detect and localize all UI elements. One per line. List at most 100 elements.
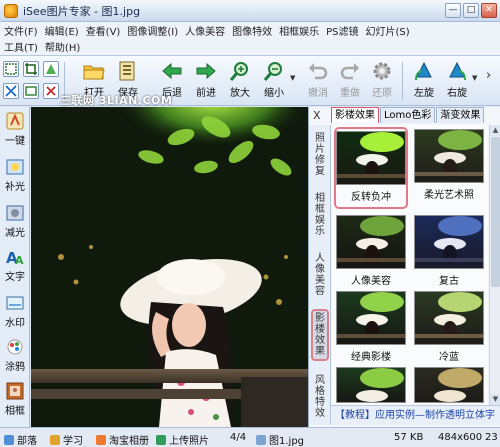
svg-text:A: A xyxy=(15,254,24,267)
effect-thumb-soft-light-art[interactable]: 柔光艺术照 xyxy=(412,129,486,201)
effects-tabs: 影楼效果 Lomo色彩 渐变效果 xyxy=(331,107,485,123)
menu-help[interactable]: 帮助(H) xyxy=(45,39,80,54)
scroll-thumb[interactable] xyxy=(491,137,500,287)
zoom-out-label: 缩小 xyxy=(264,88,284,99)
delete-tool-icon[interactable] xyxy=(43,83,59,99)
effect-thumb-more-1[interactable] xyxy=(334,367,408,403)
file-icon xyxy=(256,435,266,445)
status-taobao-album[interactable]: 淘宝相册 xyxy=(96,432,149,447)
reduce-light-button[interactable]: 减光 xyxy=(1,203,29,239)
maximize-button[interactable]: □ xyxy=(463,3,479,18)
forward-button[interactable]: 前进 xyxy=(189,60,223,104)
learn-icon xyxy=(50,435,60,445)
text-icon: AA xyxy=(6,249,24,267)
status-tribe[interactable]: 部落 xyxy=(4,432,37,447)
fill-light-button[interactable]: 补光 xyxy=(1,157,29,193)
tab-studio-effects[interactable]: 影楼效果 xyxy=(331,107,379,123)
vtab-style-effects[interactable]: 风格特效 xyxy=(311,373,329,421)
status-learn[interactable]: 学习 xyxy=(50,432,83,447)
vtab-frame-fun[interactable]: 相框娱乐 xyxy=(311,191,329,239)
effect-label: 冷蓝 xyxy=(439,352,459,363)
photo-canvas[interactable] xyxy=(31,107,308,427)
effect-thumb-classic-studio[interactable]: 经典影楼 xyxy=(334,291,408,363)
thumbnails-scrollbar[interactable]: ▲ ▼ xyxy=(489,125,500,405)
arrow-right-icon xyxy=(196,62,216,80)
doodle-button[interactable]: 涂鸦 xyxy=(1,337,29,373)
zoom-out-button[interactable]: 缩小 xyxy=(257,60,291,104)
resize-tool-icon[interactable] xyxy=(3,83,19,99)
frame-icon xyxy=(6,382,24,400)
scroll-down-icon[interactable]: ▼ xyxy=(490,394,500,405)
select-tool-icon[interactable] xyxy=(3,61,19,77)
minimize-button[interactable]: — xyxy=(445,3,461,18)
fill-light-icon xyxy=(6,159,24,175)
menu-view[interactable]: 查看(V) xyxy=(86,23,121,38)
status-bar: 部落 学习 淘宝相册 上传照片 4/4 图1.jpg 57 KB 484x600… xyxy=(0,427,500,447)
rotate-dropdown-arrow-icon[interactable]: ▼ xyxy=(472,74,477,82)
one-click-button[interactable]: 一键 xyxy=(1,111,29,147)
text-button[interactable]: AA 文字 xyxy=(1,247,29,283)
rotate-right-button[interactable]: 右旋 xyxy=(440,60,474,104)
reduce-light-icon xyxy=(6,205,24,221)
window-controls: — □ ✕ xyxy=(445,3,497,18)
effect-thumb-more-2[interactable] xyxy=(412,367,486,403)
restore-label: 还原 xyxy=(372,88,392,99)
menu-frames[interactable]: 相框娱乐 xyxy=(279,23,319,38)
menu-tools[interactable]: 工具(T) xyxy=(4,39,38,54)
watermark-button[interactable]: 水印 xyxy=(1,293,29,329)
menu-portrait[interactable]: 人像美容 xyxy=(185,23,225,38)
status-page-counter: 4/4 xyxy=(230,432,247,443)
effect-label: 复古 xyxy=(439,276,459,287)
tab-gradient-effects[interactable]: 渐变效果 xyxy=(436,107,485,123)
zoom-in-icon xyxy=(229,62,248,81)
menu-slideshow[interactable]: 幻灯片(S) xyxy=(366,23,410,38)
vtab-portrait-beauty[interactable]: 人像美容 xyxy=(311,251,329,299)
vtab-studio-effects[interactable]: 影楼效果 xyxy=(311,309,329,361)
photo-image xyxy=(31,107,308,427)
folder-icon xyxy=(83,65,105,80)
menu-file[interactable]: 文件(F) xyxy=(4,23,38,38)
tab-lomo-color[interactable]: Lomo色彩 xyxy=(380,107,436,123)
effect-thumbnails: 反转负冲 柔光艺术照 人像美容 复古 经典影楼 冷蓝 xyxy=(332,125,488,405)
status-zoom: 23 xyxy=(485,432,498,443)
undo-label: 撤消 xyxy=(308,88,328,99)
one-click-icon xyxy=(6,112,24,130)
frame-button[interactable]: 相框 xyxy=(1,381,29,417)
undo-button[interactable]: 撤消 xyxy=(301,60,335,104)
scroll-up-icon[interactable]: ▲ xyxy=(490,125,500,136)
effect-thumb-reverse-negative[interactable]: 反转负冲 xyxy=(334,127,408,209)
close-button[interactable]: ✕ xyxy=(481,3,497,18)
tutorial-link[interactable]: 【教程】应用实例—制作透明立体字 xyxy=(331,405,500,425)
restore-button[interactable]: 还原 xyxy=(365,60,399,104)
fill-light-label: 补光 xyxy=(5,182,25,193)
effect-thumb-portrait-beauty[interactable]: 人像美容 xyxy=(334,215,408,287)
window-title: iSee图片专家 - 图1.jpg xyxy=(23,4,141,18)
toolbar-overflow-icon[interactable]: › xyxy=(486,68,491,83)
effect-thumb-retro[interactable]: 复古 xyxy=(412,215,486,287)
rotate-left-label: 左旋 xyxy=(414,88,434,99)
menu-ps-filters[interactable]: PS滤镜 xyxy=(326,23,358,38)
status-upload-photo[interactable]: 上传照片 xyxy=(156,432,209,447)
menu-edit[interactable]: 编辑(E) xyxy=(45,23,79,38)
redo-button[interactable]: 重做 xyxy=(333,60,367,104)
rotate-right-label: 右旋 xyxy=(447,88,467,99)
menu-image-adjust[interactable]: 图像调整(I) xyxy=(127,23,178,38)
zoom-in-button[interactable]: 放大 xyxy=(223,60,257,104)
rotate-left-button[interactable]: 左旋 xyxy=(407,60,441,104)
zoom-out-icon xyxy=(263,62,282,81)
rectangle-tool-icon[interactable] xyxy=(23,83,39,99)
effect-label: 人像美容 xyxy=(351,276,391,287)
effect-label: 经典影楼 xyxy=(351,352,391,363)
effect-preview-image xyxy=(414,129,484,183)
panel-close-button[interactable]: X xyxy=(313,109,321,122)
effect-thumb-cool-blue[interactable]: 冷蓝 xyxy=(412,291,486,363)
redo-icon xyxy=(340,63,359,80)
vtab-photo-repair[interactable]: 照片修复 xyxy=(311,131,329,179)
frame-label: 相框 xyxy=(5,406,25,417)
forward-label: 前进 xyxy=(196,88,216,99)
menu-effects[interactable]: 图像特效 xyxy=(232,23,272,38)
zoom-dropdown-arrow-icon[interactable]: ▼ xyxy=(290,74,295,82)
save-icon xyxy=(119,61,135,81)
crop-tool-icon[interactable] xyxy=(23,61,39,77)
export-tool-icon[interactable] xyxy=(43,61,59,77)
